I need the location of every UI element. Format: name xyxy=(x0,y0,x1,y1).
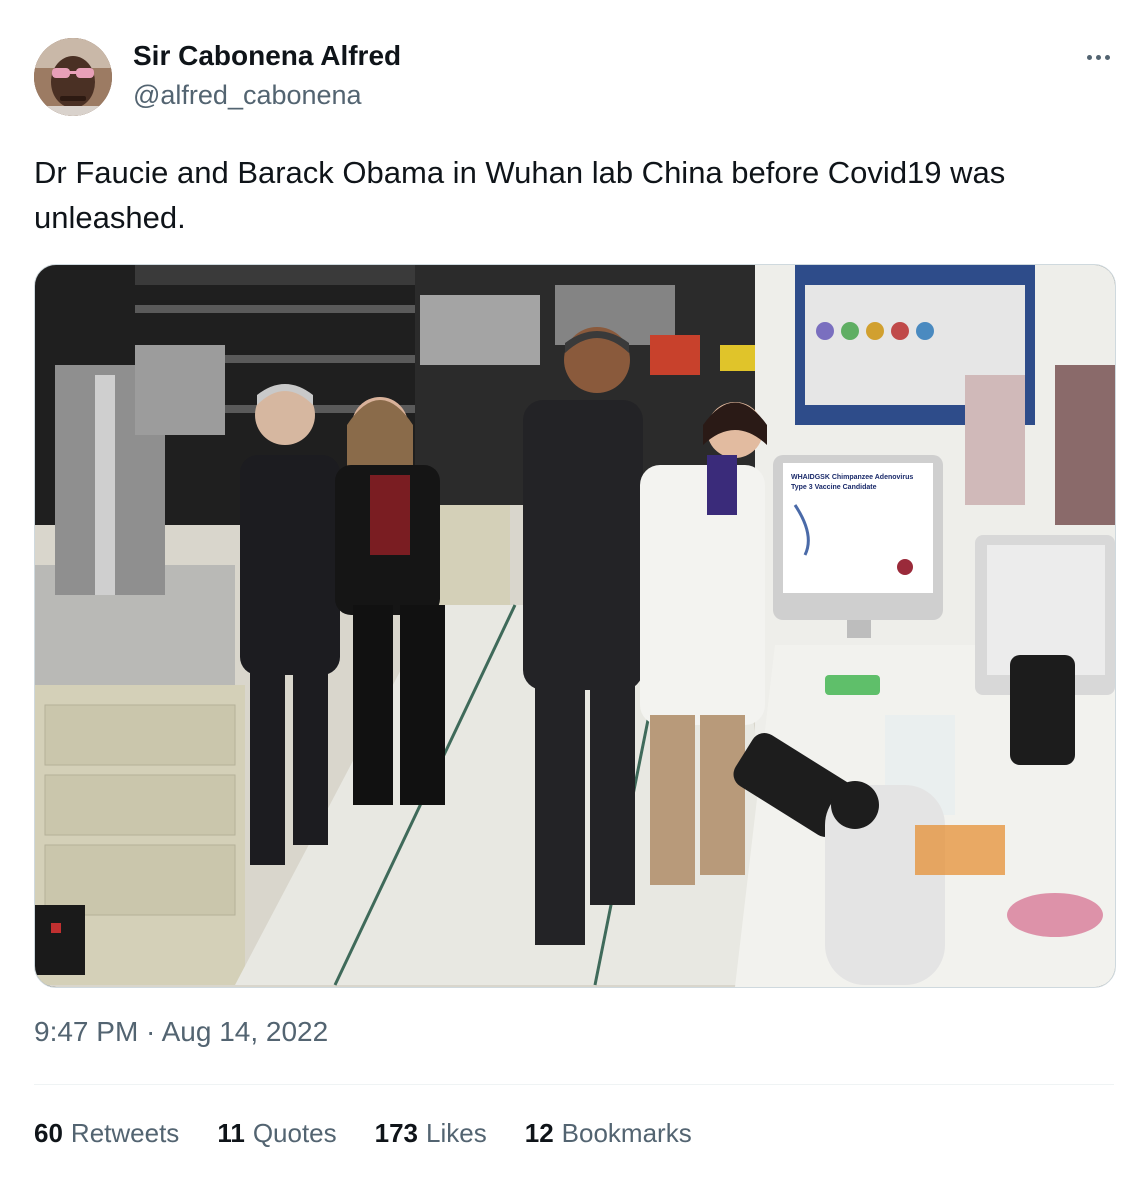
avatar[interactable] xyxy=(34,38,112,116)
quotes-count: 11 xyxy=(217,1118,245,1148)
tweet-timestamp[interactable]: 9:47 PM · Aug 14, 2022 xyxy=(34,1016,328,1048)
retweets-label: Retweets xyxy=(70,1118,180,1148)
more-button[interactable] xyxy=(1078,42,1118,72)
author-name[interactable]: Sir Cabonena Alfred xyxy=(133,40,401,72)
tweet-text: Dr Faucie and Barack Obama in Wuhan lab … xyxy=(34,155,1006,235)
likes-count: 173 xyxy=(374,1118,419,1148)
monitor-title-line1: WHAIDGSK Chimpanzee Adenovirus xyxy=(791,474,913,481)
quotes-stat[interactable]: 11 Quotes xyxy=(217,1118,336,1158)
more-horizontal-icon xyxy=(1086,54,1092,60)
likes-label: Likes xyxy=(426,1118,487,1148)
retweets-stat[interactable]: 60 Retweets xyxy=(34,1118,179,1158)
tweet-stats: 60 Retweets 11 Quotes 173 Likes 12 Bookmarks xyxy=(34,1118,692,1158)
tweet-photo[interactable]: WHAIDGSK Chimpanzee Adenovirus Type 3 Va… xyxy=(34,264,1116,988)
lab-photo-illustration: WHAIDGSK Chimpanzee Adenovirus Type 3 Va… xyxy=(35,265,1115,987)
monitor-title-line2: Type 3 Vaccine Candidate xyxy=(791,484,877,491)
likes-stat[interactable]: 173 Likes xyxy=(375,1118,487,1158)
retweets-count: 60 xyxy=(34,1118,63,1148)
divider xyxy=(34,1084,1114,1085)
author-handle[interactable]: @alfred_cabonena xyxy=(133,80,362,111)
bookmarks-count: 12 xyxy=(524,1118,554,1148)
quotes-label: Quotes xyxy=(252,1118,337,1148)
bookmarks-stat[interactable]: 12 Bookmarks xyxy=(525,1118,692,1158)
avatar-image xyxy=(34,38,112,116)
tweet-card: Sir Cabonena Alfred @alfred_cabonena Dr … xyxy=(0,0,1136,1180)
bookmarks-label: Bookmarks xyxy=(561,1118,692,1148)
